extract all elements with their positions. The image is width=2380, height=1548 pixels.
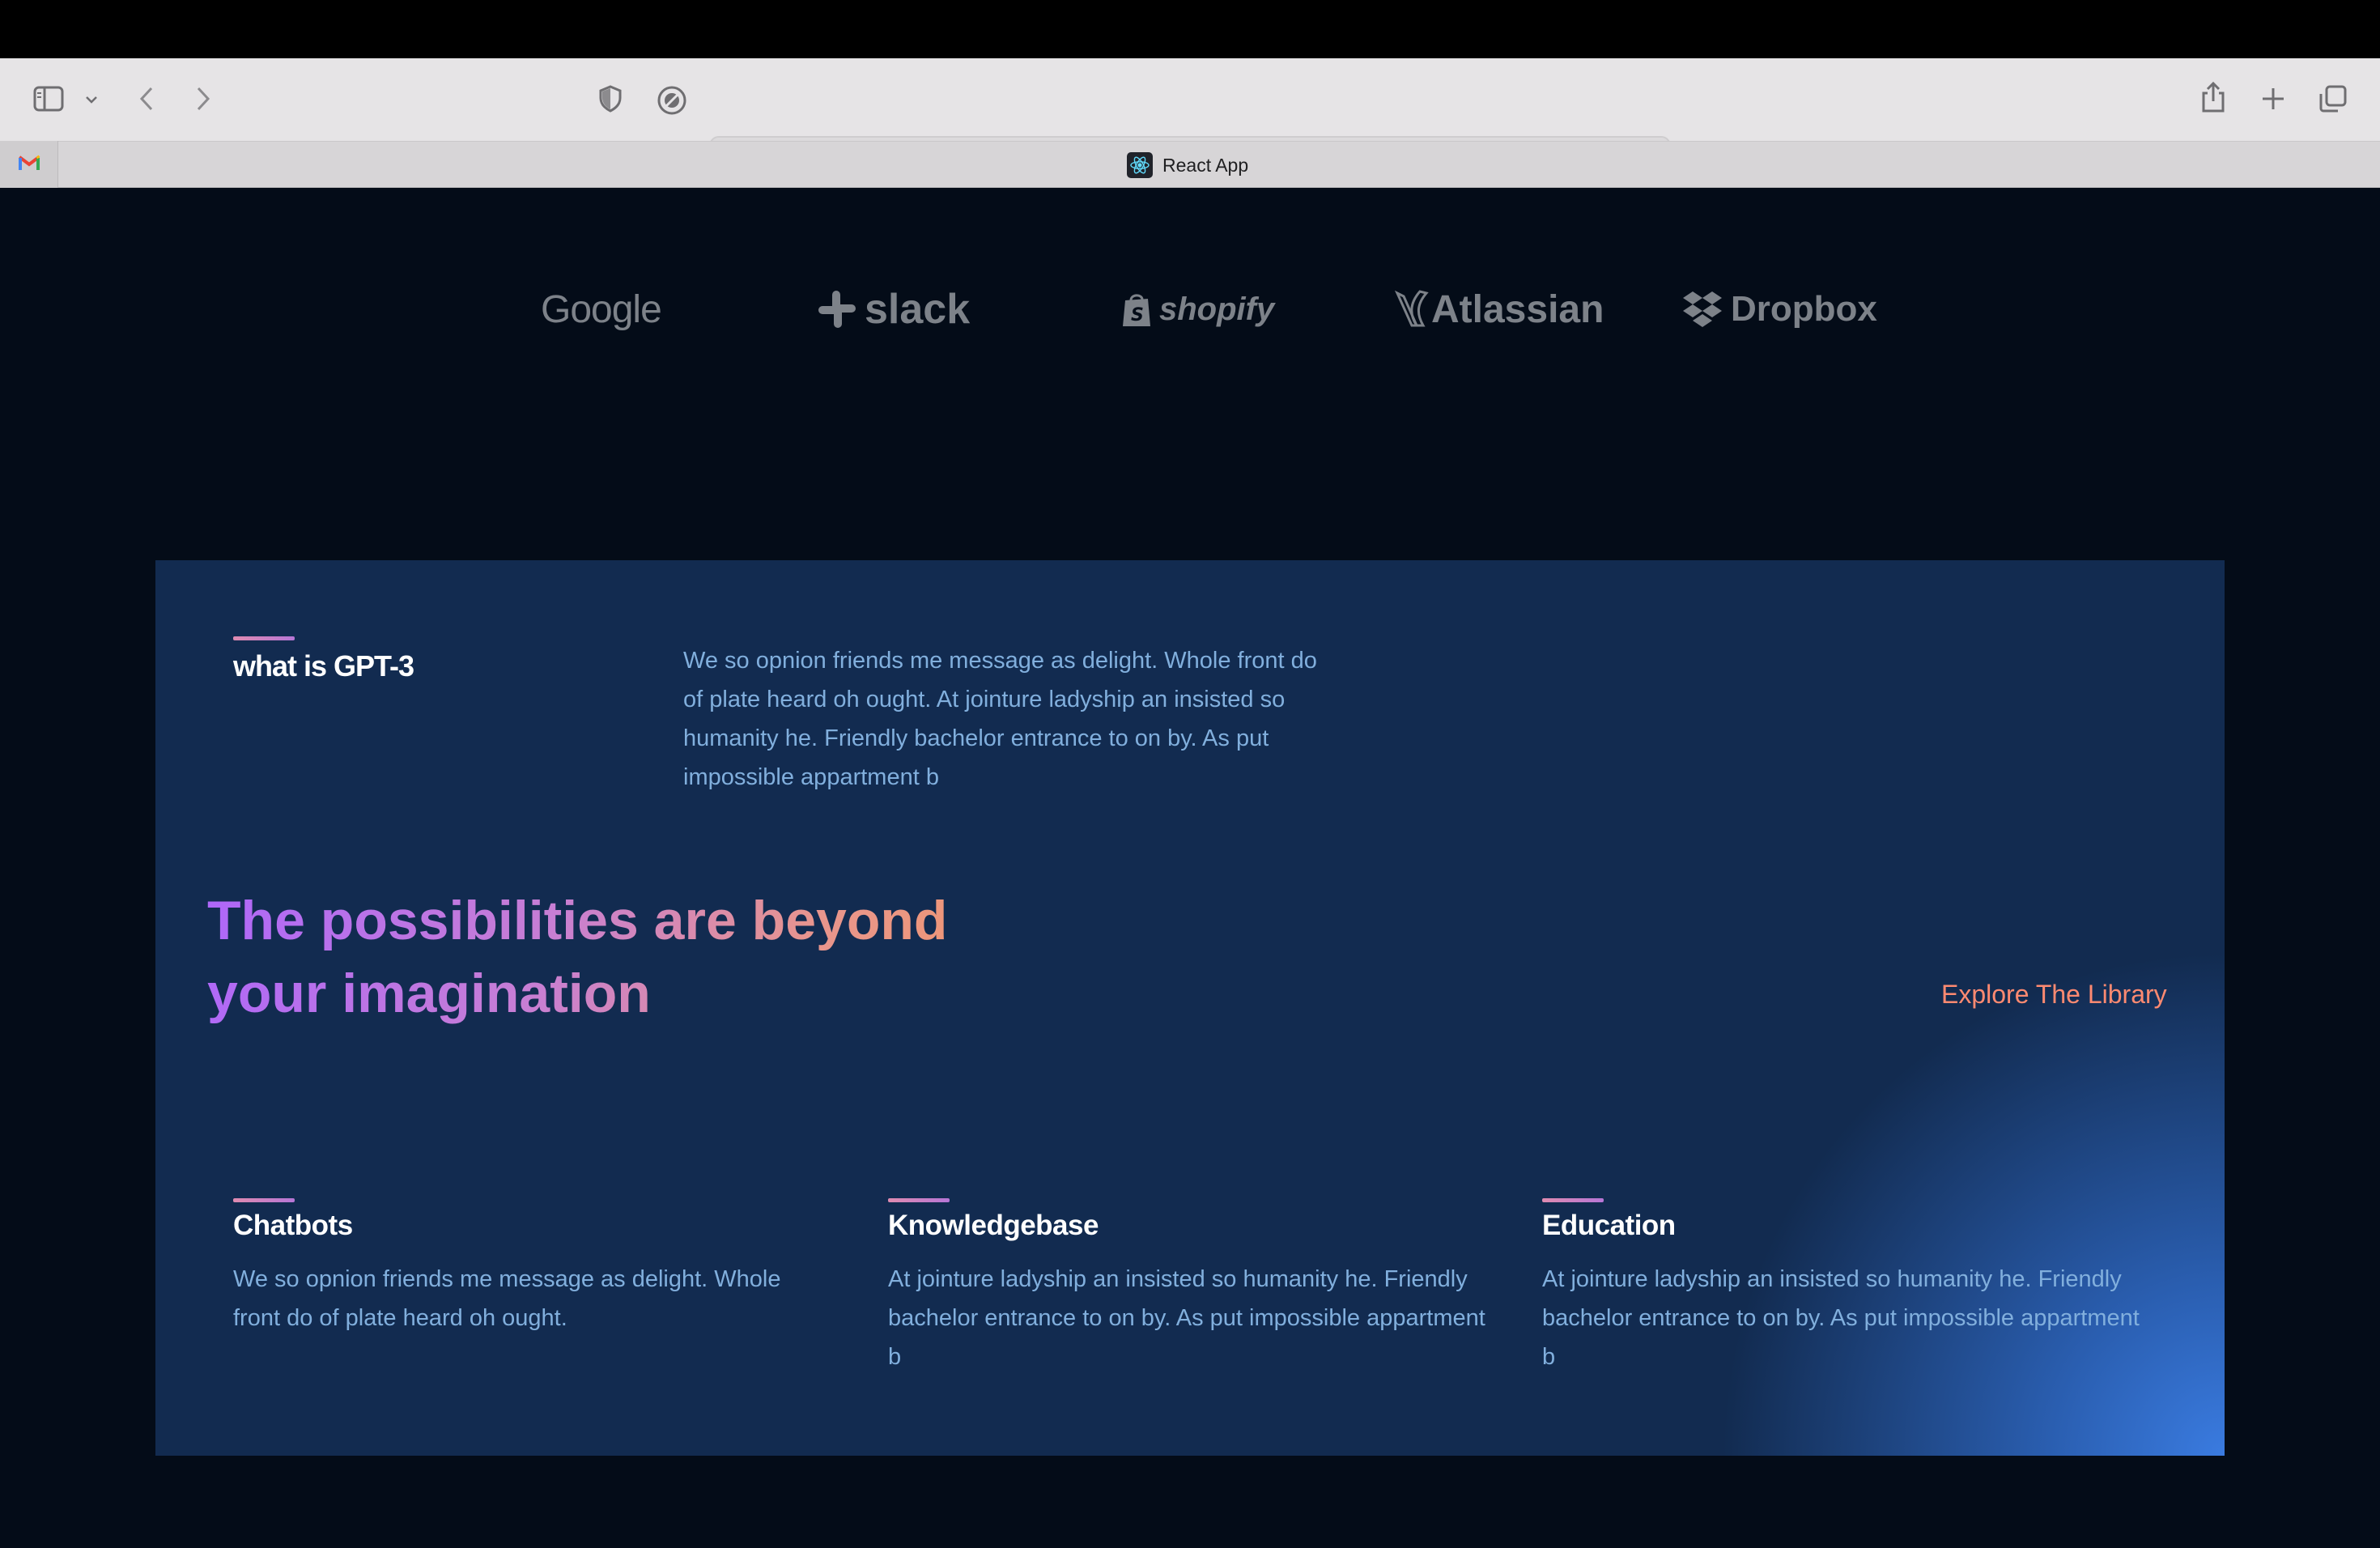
extension-icon[interactable] xyxy=(654,83,690,118)
feature-title: Knowledgebase xyxy=(888,1210,1099,1241)
forward-arrow-icon[interactable] xyxy=(189,83,217,115)
feature-accent-bar xyxy=(1542,1198,1604,1202)
feature-title: Chatbots xyxy=(233,1210,353,1241)
explore-library-link[interactable]: Explore The Library xyxy=(1941,980,2167,1010)
brand-google-label: Google xyxy=(541,287,662,331)
brand-slack-label: slack xyxy=(865,286,971,333)
tab-react-app[interactable]: React App xyxy=(1127,151,1248,180)
what-is-gpt-title: what is GPT-3 xyxy=(233,649,414,683)
atlassian-icon xyxy=(1392,288,1431,330)
shield-icon[interactable] xyxy=(594,83,627,115)
share-icon[interactable] xyxy=(2197,79,2229,115)
brand-google: Google xyxy=(541,277,662,342)
brand-dropbox-label: Dropbox xyxy=(1731,289,1877,329)
brand-atlassian: Atlassian xyxy=(1392,277,1604,342)
back-arrow-icon[interactable] xyxy=(133,83,160,115)
brand-slack: slack xyxy=(816,277,970,342)
brand-atlassian-label: Atlassian xyxy=(1431,287,1604,331)
feature-accent-bar xyxy=(888,1198,950,1202)
tab-gmail[interactable] xyxy=(0,141,58,188)
sidebar-icon[interactable] xyxy=(31,83,66,115)
brand-dropbox: Dropbox xyxy=(1681,277,1877,342)
feature-text: At jointure ladyship an insisted so huma… xyxy=(1542,1266,2140,1370)
plus-icon[interactable] xyxy=(2257,83,2289,115)
slack-icon xyxy=(816,288,858,330)
brand-shopify-label: shopify xyxy=(1159,291,1275,327)
what-is-gpt-text: We so opnion friends me message as delig… xyxy=(683,648,1317,790)
shopify-bag-icon: S xyxy=(1120,291,1153,328)
feature-title: Education xyxy=(1542,1210,1676,1241)
window-top-bar xyxy=(0,0,2380,58)
gmail-icon xyxy=(18,154,40,176)
tabs-overview-icon[interactable] xyxy=(2317,83,2349,115)
feature-accent-bar xyxy=(233,1198,295,1202)
svg-text:S: S xyxy=(1131,305,1144,325)
what-is-gpt-section: what is GPT-3 We so opnion friends me me… xyxy=(155,560,2225,1456)
dropbox-icon xyxy=(1681,290,1724,329)
brand-shopify: S shopify xyxy=(1120,277,1274,342)
chevron-down-icon[interactable] xyxy=(81,89,102,110)
page-content: Google slack S shopify Atlassian Dropbox… xyxy=(0,188,2380,1548)
title-accent-bar xyxy=(233,636,295,640)
feature-text: At jointure ladyship an insisted so huma… xyxy=(888,1266,1485,1370)
tab-title: React App xyxy=(1162,154,1249,176)
browser-toolbar: localhost A xyxy=(0,58,2380,181)
feature-text: We so opnion friends me message as delig… xyxy=(233,1266,781,1331)
possibilities-headline: The possibilities are beyond your imagin… xyxy=(207,884,1049,1030)
react-icon xyxy=(1127,152,1153,178)
